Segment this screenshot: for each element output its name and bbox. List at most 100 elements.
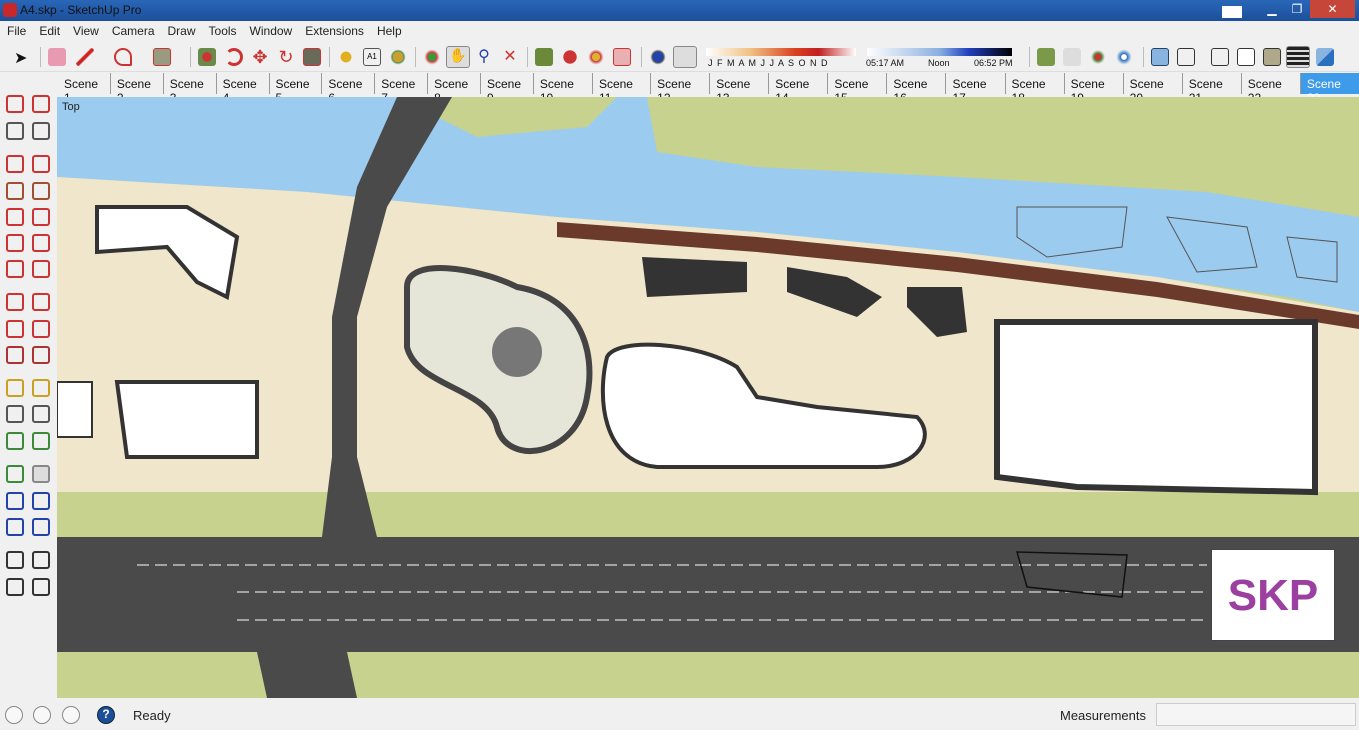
menu-edit[interactable]: Edit bbox=[32, 21, 66, 38]
scene-tab[interactable]: Scene 17 bbox=[946, 73, 1006, 105]
send-to-layout-icon[interactable] bbox=[613, 48, 631, 66]
3d-warehouse-icon[interactable] bbox=[561, 48, 579, 66]
follow-me-tool-icon[interactable] bbox=[32, 320, 50, 338]
tape-measure-tool-icon[interactable] bbox=[6, 379, 24, 397]
text-tool-icon[interactable]: A1 bbox=[363, 48, 381, 66]
eraser-tool-icon[interactable] bbox=[32, 122, 50, 140]
two-point-arc-tool-icon[interactable] bbox=[6, 260, 24, 278]
menu-extensions[interactable]: Extensions bbox=[298, 21, 370, 38]
scene-tab[interactable]: Scene 3 bbox=[164, 73, 217, 105]
scene-tab[interactable]: Scene 16 bbox=[887, 73, 947, 105]
photo-textures-icon[interactable] bbox=[1089, 48, 1107, 66]
protractor-tool-icon[interactable] bbox=[6, 405, 24, 423]
menu-draw[interactable]: Draw bbox=[161, 21, 202, 38]
move-tool-icon[interactable]: ✥ bbox=[251, 48, 269, 66]
pencil-tool-icon[interactable] bbox=[76, 48, 94, 66]
text-tool-icon[interactable] bbox=[32, 405, 50, 423]
move-tool-icon[interactable] bbox=[6, 293, 24, 311]
shaded-with-textures-style-icon[interactable] bbox=[1286, 46, 1310, 68]
scene-tab[interactable]: Scene 1 bbox=[58, 73, 111, 105]
monochrome-style-icon[interactable] bbox=[1316, 48, 1334, 66]
push-pull-tool-icon[interactable] bbox=[198, 48, 216, 66]
scale-tool-icon[interactable] bbox=[6, 346, 24, 364]
scene-tab[interactable]: Scene 2 bbox=[111, 73, 164, 105]
zoom-extents-tool-icon[interactable]: ✕ bbox=[501, 48, 519, 66]
rectangle-tool-icon[interactable] bbox=[6, 182, 24, 200]
geo-location-icon[interactable] bbox=[535, 48, 553, 66]
menu-tools[interactable]: Tools bbox=[202, 21, 243, 38]
rotated-rectangle-tool-icon[interactable] bbox=[32, 182, 50, 200]
menu-file[interactable]: File bbox=[0, 21, 32, 38]
offset-tool-icon[interactable] bbox=[32, 346, 50, 364]
minimize-button[interactable]: ▁ bbox=[1258, 0, 1286, 18]
wireframe-style-icon[interactable] bbox=[1211, 48, 1229, 66]
preview-google-earth-icon[interactable] bbox=[1115, 48, 1133, 66]
hidden-line-style-icon[interactable] bbox=[1237, 48, 1255, 66]
scale-tool-icon[interactable] bbox=[303, 48, 321, 66]
extension-warehouse-icon[interactable] bbox=[587, 48, 605, 66]
zoom-extents-tool-icon[interactable] bbox=[6, 518, 24, 536]
position-camera-tool-icon[interactable] bbox=[6, 551, 24, 569]
pie-tool-icon[interactable] bbox=[32, 234, 50, 252]
scene-tab[interactable]: Scene 7 bbox=[375, 73, 429, 105]
3d-text-tool-icon[interactable] bbox=[32, 432, 50, 450]
previous-view-tool-icon[interactable] bbox=[32, 518, 50, 536]
orbit-tool-icon[interactable] bbox=[423, 48, 441, 66]
back-edges-style-icon[interactable] bbox=[1177, 48, 1195, 66]
maximize-button[interactable]: ❐ bbox=[1283, 0, 1311, 18]
measurements-input[interactable] bbox=[1156, 703, 1356, 726]
menu-window[interactable]: Window bbox=[243, 21, 299, 38]
paint-bucket-tool-icon[interactable] bbox=[389, 48, 407, 66]
help-icon[interactable]: ? bbox=[97, 706, 115, 724]
scene-tab[interactable]: Scene 13 bbox=[710, 73, 770, 105]
three-point-arc-tool-icon[interactable] bbox=[32, 260, 50, 278]
line-tool-icon[interactable] bbox=[6, 155, 24, 173]
orbit-tool-icon[interactable] bbox=[6, 465, 24, 483]
scene-tab[interactable]: Scene 14 bbox=[769, 73, 829, 105]
scene-tab[interactable]: Scene 18 bbox=[1006, 73, 1065, 105]
dimension-tool-icon[interactable] bbox=[32, 379, 50, 397]
axes-tool-icon[interactable] bbox=[6, 432, 24, 450]
credits-info-icon[interactable] bbox=[33, 706, 51, 724]
shadow-month-slider[interactable] bbox=[706, 48, 856, 56]
scene-tab[interactable]: Scene 19 bbox=[1065, 73, 1124, 105]
rotate-tool-icon[interactable] bbox=[6, 320, 24, 338]
scene-tab[interactable]: Scene 4 bbox=[217, 73, 270, 105]
close-button[interactable]: ✕ bbox=[1310, 0, 1355, 18]
zoom-tool-icon[interactable]: ⚲ bbox=[475, 48, 493, 66]
follow-me-tool-icon[interactable] bbox=[225, 48, 243, 66]
pan-tool-icon[interactable] bbox=[32, 465, 50, 483]
zoom-window-tool-icon[interactable] bbox=[32, 492, 50, 510]
scene-tab[interactable]: Scene 10 bbox=[534, 73, 593, 105]
scene-tab[interactable]: Scene 5 bbox=[270, 73, 323, 105]
scene-tab[interactable]: Scene 11 bbox=[593, 73, 652, 105]
scene-tab[interactable]: Scene 6 bbox=[322, 73, 376, 105]
arc-tool-icon[interactable] bbox=[6, 234, 24, 252]
display-shadows-icon[interactable] bbox=[673, 46, 697, 68]
scene-tab[interactable]: Scene 20 bbox=[1124, 73, 1183, 105]
zoom-tool-icon[interactable] bbox=[6, 492, 24, 510]
add-location-icon[interactable] bbox=[1037, 48, 1055, 66]
component-tool-icon[interactable] bbox=[32, 95, 50, 113]
geo-location-status-icon[interactable] bbox=[5, 706, 23, 724]
toggle-terrain-icon[interactable] bbox=[1063, 48, 1081, 66]
rectangle-tool-icon[interactable] bbox=[153, 48, 171, 66]
shaded-style-icon[interactable] bbox=[1263, 48, 1281, 66]
pan-tool-icon[interactable]: ✋ bbox=[446, 46, 470, 68]
scene-tab[interactable]: Scene 15 bbox=[828, 73, 888, 105]
scene-tab[interactable]: Scene 23 bbox=[1300, 73, 1359, 105]
tape-measure-tool-icon[interactable] bbox=[337, 48, 355, 66]
freehand-tool-icon[interactable] bbox=[32, 155, 50, 173]
select-tool-icon[interactable] bbox=[6, 95, 24, 113]
section-plane-tool-icon[interactable] bbox=[32, 578, 50, 596]
menu-view[interactable]: View bbox=[66, 21, 105, 38]
scene-tab[interactable]: Scene 22 bbox=[1242, 73, 1301, 105]
walk-tool-icon[interactable] bbox=[6, 578, 24, 596]
look-around-tool-icon[interactable] bbox=[32, 551, 50, 569]
push-pull-tool-icon[interactable] bbox=[32, 293, 50, 311]
user-account-icon[interactable] bbox=[62, 706, 80, 724]
arc-tool-icon[interactable] bbox=[114, 48, 132, 66]
select-tool-icon[interactable]: ➤ bbox=[14, 48, 32, 67]
scene-tab[interactable]: Scene 12 bbox=[651, 73, 711, 105]
menu-camera[interactable]: Camera bbox=[105, 21, 161, 38]
